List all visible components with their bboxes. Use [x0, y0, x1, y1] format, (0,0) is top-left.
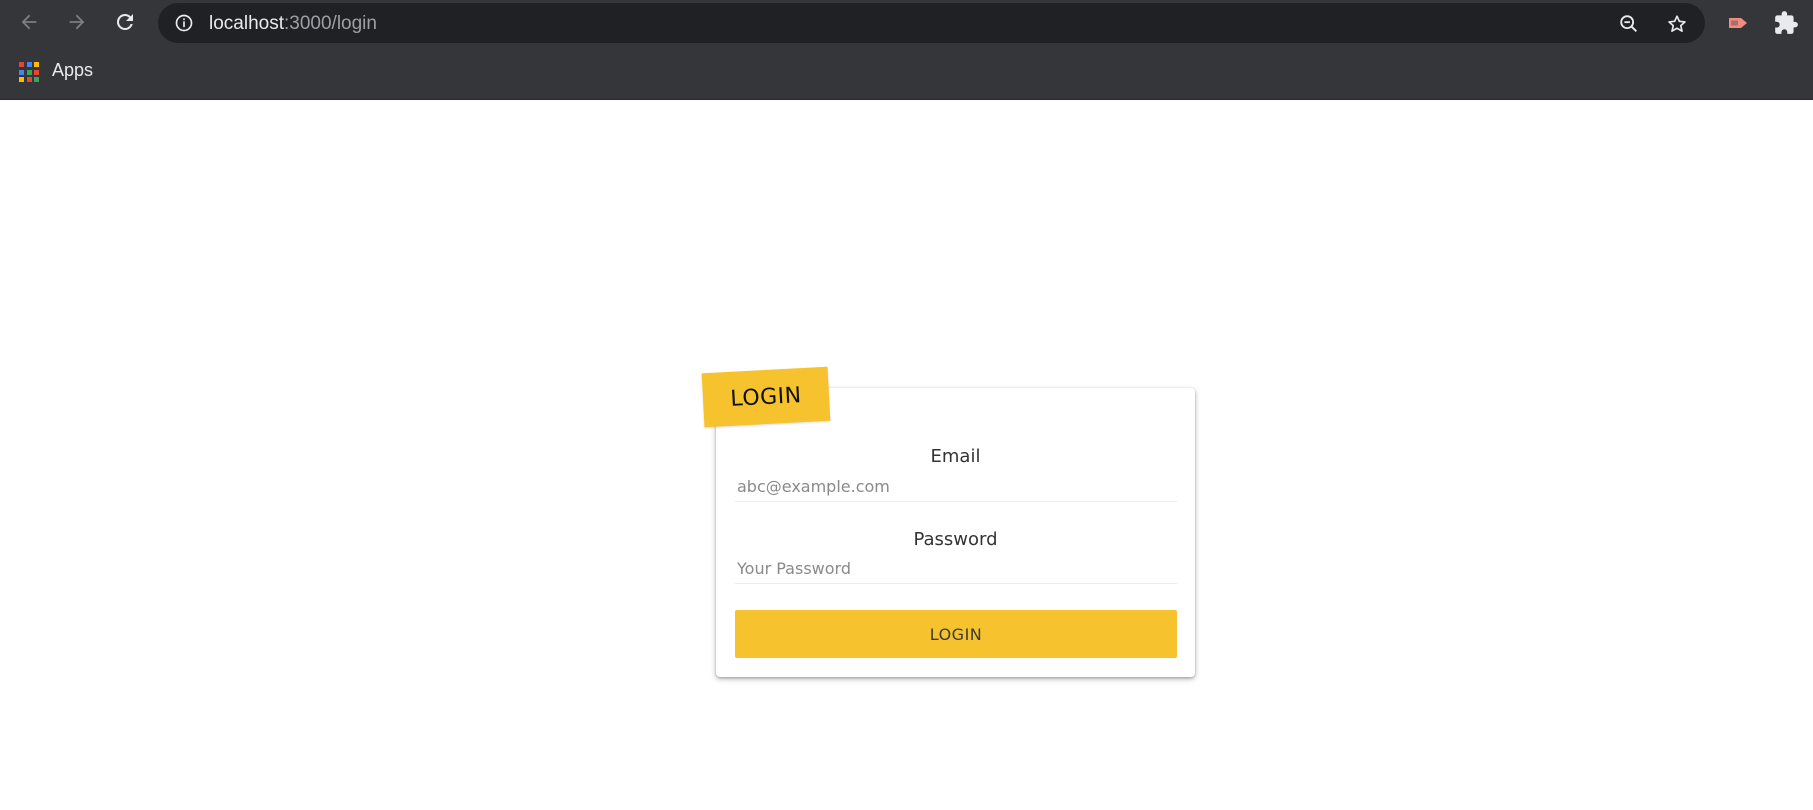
star-icon[interactable] — [1666, 13, 1688, 35]
email-label: Email — [930, 446, 981, 467]
browser-toolbar: localhost:3000/login — [0, 0, 1813, 44]
bookmark-apps[interactable]: Apps — [52, 60, 93, 81]
forward-button[interactable] — [64, 9, 90, 35]
arrow-right-icon — [69, 14, 85, 30]
password-label: Password — [913, 529, 998, 550]
apps-grid-icon[interactable] — [19, 62, 39, 82]
extension-icon[interactable] — [1725, 10, 1751, 36]
password-field[interactable] — [735, 554, 1177, 584]
zoom-out-icon[interactable] — [1618, 13, 1640, 35]
reload-icon — [116, 13, 133, 30]
url-path: :3000/login — [284, 13, 377, 34]
url-host: localhost — [209, 13, 284, 34]
back-button[interactable] — [16, 9, 42, 35]
login-badge: LOGIN — [701, 366, 831, 428]
login-card: Email Password LOGIN — [716, 388, 1195, 677]
info-icon[interactable] — [174, 13, 194, 33]
bookmarks-bar — [0, 44, 1813, 100]
login-button[interactable]: LOGIN — [735, 610, 1177, 658]
reload-button[interactable] — [112, 9, 138, 35]
email-field[interactable] — [735, 472, 1177, 502]
address-bar[interactable]: localhost:3000/login — [158, 3, 1705, 43]
url-text[interactable]: localhost:3000/login — [209, 13, 377, 35]
arrow-left-icon — [21, 14, 37, 30]
puzzle-icon[interactable] — [1773, 10, 1799, 36]
